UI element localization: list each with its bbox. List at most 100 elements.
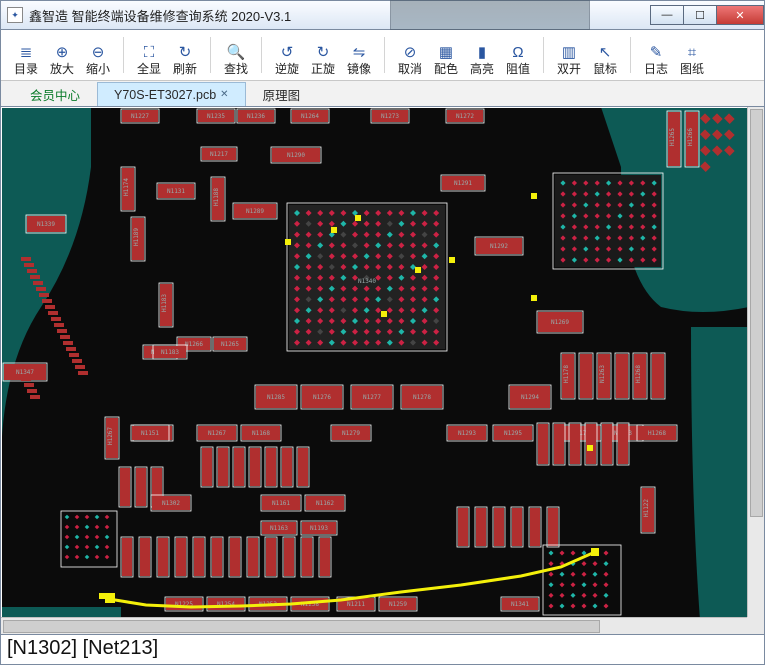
toolbar-container: ≣目录⊕放大⊖缩小⛶全显↻刷新🔍查找↺逆旋↻正旋⇋镜像⊘取消▦配色▮高亮Ω阻值▥… [0, 30, 765, 107]
toolbar-label: 全显 [137, 63, 161, 75]
svg-text:H1266: H1266 [687, 128, 694, 146]
toolbar-label: 图纸 [680, 63, 704, 75]
svg-text:N1236: N1236 [247, 113, 265, 120]
svg-text:H1183: H1183 [161, 294, 168, 312]
toolbar-highlight-button[interactable]: ▮高亮 [465, 34, 499, 76]
toolbar-label: 日志 [644, 63, 668, 75]
tab-label: 会员中心 [30, 85, 80, 104]
svg-text:N1273: N1273 [381, 113, 399, 120]
refresh-icon: ↻ [175, 43, 195, 61]
toolbar-separator [630, 37, 631, 73]
cursor-icon: ↖ [595, 43, 615, 61]
toolbar-label: 双开 [557, 63, 581, 75]
toolbar-find-button[interactable]: 🔍查找 [219, 34, 253, 76]
svg-text:N1341: N1341 [511, 601, 529, 608]
svg-text:N1151: N1151 [141, 430, 159, 437]
palette-icon: ▦ [436, 43, 456, 61]
horizontal-scrollbar[interactable] [1, 617, 747, 634]
tab-close-icon[interactable]: ✕ [220, 89, 228, 100]
svg-text:N1293: N1293 [458, 430, 476, 437]
toolbar-rotr-button[interactable]: ↻正旋 [306, 34, 340, 76]
window-titlebar: ✦ 鑫智造 智能终端设备维修查询系统 2020-V3.1 — ☐ ✕ [0, 0, 765, 30]
svg-text:N1266: N1266 [185, 341, 203, 348]
toolbar-zoomout-button[interactable]: ⊖缩小 [81, 34, 115, 76]
log-icon: ✎ [646, 43, 666, 61]
svg-text:N1259: N1259 [389, 601, 407, 608]
svg-text:N1265: N1265 [221, 341, 239, 348]
toolbar-refresh-button[interactable]: ↻刷新 [168, 34, 202, 76]
svg-text:H1178: H1178 [563, 365, 570, 383]
svg-text:N1291: N1291 [454, 180, 472, 187]
toolbar-rotl-button[interactable]: ↺ 逆旋 [270, 34, 304, 76]
svg-text:N1295: N1295 [504, 430, 522, 437]
svg-text:H1268: H1268 [648, 430, 666, 437]
tab-label: Y70S-ET3027.pcb [114, 88, 216, 102]
res-icon: Ω [508, 43, 528, 61]
maximize-button[interactable]: ☐ [683, 5, 717, 25]
svg-text:N1277: N1277 [363, 394, 381, 401]
svg-text:N1217: N1217 [210, 151, 228, 158]
toolbar-log-button[interactable]: ✎ 日志 [639, 34, 673, 76]
svg-text:N1168: N1168 [252, 430, 270, 437]
svg-text:H1265: H1265 [669, 128, 676, 146]
svg-text:N1294: N1294 [521, 394, 539, 401]
svg-text:N1347: N1347 [16, 369, 34, 376]
toolbar-separator [123, 37, 124, 73]
svg-text:N1162: N1162 [316, 500, 334, 507]
scrollbar-thumb[interactable] [3, 620, 600, 633]
toolbar-mirror-button[interactable]: ⇋ 镜像 [342, 34, 376, 76]
mirror-icon: ⇋ [349, 43, 369, 61]
close-button[interactable]: ✕ [716, 5, 764, 25]
toolbar-dual-button[interactable]: ▥双开 [552, 34, 586, 76]
toolbar-label: 逆旋 [275, 63, 299, 75]
svg-text:N1289: N1289 [246, 208, 264, 215]
svg-text:N1263: N1263 [599, 365, 606, 383]
svg-text:N1161: N1161 [272, 500, 290, 507]
minimize-button[interactable]: — [650, 5, 684, 25]
window-controls: — ☐ ✕ [651, 5, 764, 25]
toolbar-cancel-button[interactable]: ⊘取消 [393, 34, 427, 76]
toolbar-label: 正旋 [311, 63, 335, 75]
toolbar-label: 鼠标 [593, 63, 617, 75]
toolbar-zoomin-button[interactable]: ⊕放大 [45, 34, 79, 76]
tab-member[interactable]: 会员中心 [13, 82, 97, 106]
svg-text:N1211: N1211 [347, 601, 365, 608]
main-toolbar: ≣目录⊕放大⊖缩小⛶全显↻刷新🔍查找↺逆旋↻正旋⇋镜像⊘取消▦配色▮高亮Ω阻值▥… [1, 30, 764, 80]
toolbar-fit-button[interactable]: ⛶ 全显 [132, 34, 166, 76]
tab-sch[interactable]: 原理图 [246, 82, 318, 106]
svg-text:H1267: H1267 [107, 427, 114, 445]
svg-text:N1183: N1183 [161, 349, 179, 356]
document-tabs: 会员中心 Y70S-ET3027.pcb ✕ 原理图 [1, 80, 764, 106]
background-window-peek [390, 0, 590, 30]
toolbar-res-button[interactable]: Ω阻值 [501, 34, 535, 76]
svg-text:H1268: H1268 [635, 365, 642, 383]
svg-text:N1339: N1339 [37, 221, 55, 228]
status-bar: [N1302] [Net213] [0, 635, 765, 665]
scrollbar-thumb[interactable] [750, 109, 763, 517]
svg-text:N1163: N1163 [270, 525, 288, 532]
toolbar-label: 目录 [14, 63, 38, 75]
window-title: 鑫智造 智能终端设备维修查询系统 2020-V3.1 [29, 6, 291, 25]
vertical-scrollbar[interactable] [747, 107, 764, 617]
svg-text:N1302: N1302 [162, 500, 180, 507]
toolbar-separator [210, 37, 211, 73]
toolbar-palette-button[interactable]: ▦配色 [429, 34, 463, 76]
svg-text:N1285: N1285 [267, 394, 285, 401]
svg-text:N1290: N1290 [287, 152, 305, 159]
toolbar-label: 镜像 [347, 63, 371, 75]
pcb-canvas[interactable]: N1227N1235N1236N1264N1273N1272N1217N1290… [1, 107, 749, 633]
svg-text:N1131: N1131 [167, 188, 185, 195]
sheet-icon: ⌗ [682, 43, 702, 61]
catalog-icon: ≣ [16, 43, 36, 61]
toolbar-catalog-button[interactable]: ≣ 目录 [9, 34, 43, 76]
tab-pcb[interactable]: Y70S-ET3027.pcb ✕ [97, 82, 246, 106]
fit-icon: ⛶ [139, 43, 159, 61]
rotl-icon: ↺ [277, 43, 297, 61]
cancel-icon: ⊘ [400, 43, 420, 61]
toolbar-cursor-button[interactable]: ↖ 鼠标 [588, 34, 622, 76]
find-icon: 🔍 [226, 43, 246, 61]
toolbar-sheet-button[interactable]: ⌗ 图纸 [675, 34, 709, 76]
highlight-icon: ▮ [472, 43, 492, 61]
svg-text:N1292: N1292 [490, 243, 508, 250]
svg-text:N1340: N1340 [358, 278, 376, 285]
